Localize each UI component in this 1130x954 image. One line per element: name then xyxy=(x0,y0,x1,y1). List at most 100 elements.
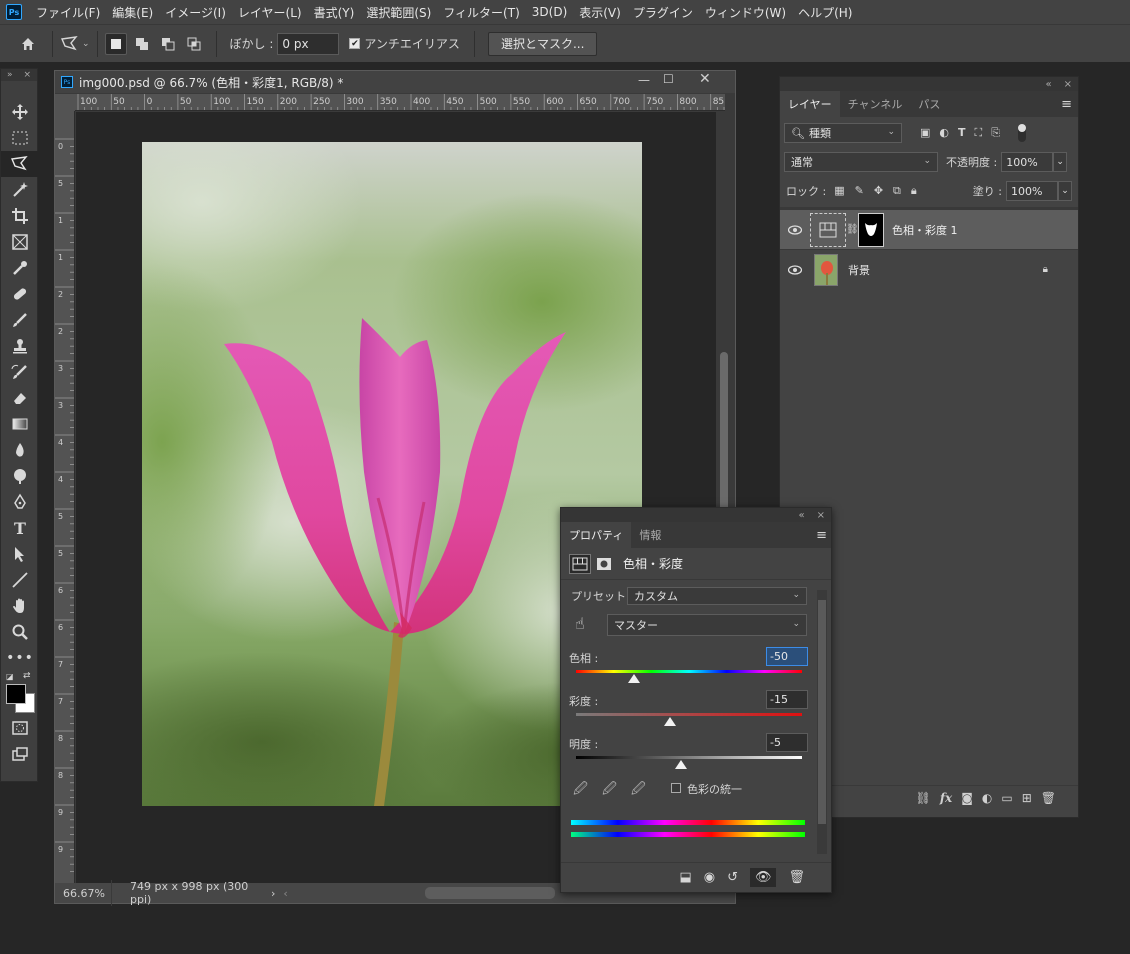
line-tool-icon[interactable] xyxy=(1,567,39,593)
eyedropper-minus-icon[interactable]: 🖉︎ xyxy=(631,778,646,802)
layer-filter-select[interactable]: 🔍︎ 種類 ⌄ xyxy=(784,123,902,143)
screen-mode-icon[interactable] xyxy=(1,741,39,767)
layer-name[interactable]: 色相・彩度 1 xyxy=(892,222,958,238)
menu-edit[interactable]: 編集(E) xyxy=(106,4,159,21)
close-panel-icon[interactable]: × xyxy=(817,510,825,521)
menu-help[interactable]: ヘルプ(H) xyxy=(792,4,858,21)
dodge-tool-icon[interactable] xyxy=(1,463,39,489)
filter-type-icon[interactable]: T xyxy=(958,126,966,140)
hue-slider-track[interactable] xyxy=(576,670,802,673)
layer-row-background[interactable]: 背景 🔒︎ xyxy=(780,249,1078,289)
path-selection-tool-icon[interactable] xyxy=(1,541,39,567)
scroll-left-icon[interactable]: ‹ xyxy=(283,887,287,900)
antialias-checkbox[interactable]: ✔ xyxy=(349,38,361,49)
lock-position-icon[interactable]: ✥ xyxy=(874,184,883,198)
filter-shape-icon[interactable]: ⛶ xyxy=(975,126,983,140)
menu-view[interactable]: 表示(V) xyxy=(573,4,627,21)
zoom-level[interactable]: 66.67% xyxy=(55,887,111,900)
menu-filter[interactable]: フィルター(T) xyxy=(437,4,525,21)
properties-scrollbar[interactable] xyxy=(817,590,827,854)
menu-3d[interactable]: 3D(D) xyxy=(526,5,573,19)
magic-wand-tool-icon[interactable] xyxy=(1,177,39,203)
opacity-dropdown[interactable]: ⌄ xyxy=(1053,152,1068,172)
menu-type[interactable]: 書式(Y) xyxy=(308,4,361,21)
quick-mask-icon[interactable] xyxy=(1,715,39,741)
lock-artboard-icon[interactable]: ⧉ xyxy=(893,184,901,198)
lightness-input[interactable]: -5 xyxy=(766,733,808,752)
tab-layers[interactable]: レイヤー xyxy=(780,91,840,117)
menu-window[interactable]: ウィンドウ(W) xyxy=(699,4,792,21)
tab-properties[interactable]: プロパティ xyxy=(561,522,632,548)
new-group-icon[interactable]: ▭ xyxy=(1001,791,1012,805)
toggle-visibility-icon[interactable]: 👁︎ xyxy=(749,868,777,887)
type-tool-icon[interactable]: T xyxy=(1,515,39,541)
background-layer-thumbnail[interactable] xyxy=(814,253,838,286)
filter-pixel-icon[interactable]: ▣ xyxy=(920,126,930,140)
eraser-tool-icon[interactable] xyxy=(1,385,39,411)
hue-slider-thumb[interactable] xyxy=(628,674,640,683)
filter-adjustment-icon[interactable]: ◐ xyxy=(939,126,949,140)
home-icon[interactable] xyxy=(18,34,38,54)
saturation-input[interactable]: -15 xyxy=(766,690,808,709)
eyedropper-plus-icon[interactable]: 🖉︎ xyxy=(602,778,617,802)
select-and-mask-button[interactable]: 選択とマスク... xyxy=(487,31,598,56)
properties-scroll-thumb[interactable] xyxy=(818,600,826,824)
foreground-color-swatch[interactable] xyxy=(6,684,26,704)
add-mask-icon[interactable]: ◙ xyxy=(961,791,973,805)
colorize-checkbox[interactable] xyxy=(671,783,681,793)
document-info[interactable]: 749 px x 998 px (300 ppi) xyxy=(111,880,261,906)
link-layers-icon[interactable]: ⛓ xyxy=(916,791,931,805)
mask-tab-icon[interactable] xyxy=(593,554,615,574)
saturation-slider-thumb[interactable] xyxy=(664,717,676,726)
collapse-icon[interactable]: » xyxy=(7,70,13,80)
lock-all-icon[interactable]: 🔒︎ xyxy=(911,184,917,198)
photoshop-logo-icon[interactable]: Ps xyxy=(6,4,22,20)
ruler-corner[interactable] xyxy=(55,94,75,111)
clip-to-layer-icon[interactable]: ⬓ xyxy=(679,870,691,885)
fx-icon[interactable]: fx xyxy=(940,791,952,805)
fill-dropdown[interactable]: ⌄ xyxy=(1058,181,1072,201)
vertical-scroll-thumb[interactable] xyxy=(720,352,728,512)
menu-plugins[interactable]: プラグイン xyxy=(627,4,699,21)
eyedropper-tool-icon[interactable] xyxy=(1,255,39,281)
adjustment-layer-thumbnail[interactable] xyxy=(810,212,846,247)
new-adjustment-layer-icon[interactable]: ◐ xyxy=(982,791,992,805)
more-tools-icon[interactable]: ••• xyxy=(1,645,39,671)
eye-icon[interactable] xyxy=(780,224,810,235)
swap-colors-icon[interactable]: ⇄ xyxy=(23,671,31,681)
polygon-lasso-tool-icon[interactable] xyxy=(1,151,39,177)
healing-brush-tool-icon[interactable] xyxy=(1,281,39,307)
filter-toggle[interactable] xyxy=(1018,124,1027,142)
crop-tool-icon[interactable] xyxy=(1,203,39,229)
tab-channels[interactable]: チャンネル xyxy=(840,91,911,117)
collapse-panel-icon[interactable]: « xyxy=(798,510,804,521)
layer-row-hue-saturation[interactable]: ⛓ 色相・彩度 1 xyxy=(780,209,1078,249)
opacity-input[interactable]: 100% xyxy=(1001,152,1054,172)
panel-menu-icon[interactable]: ≡ xyxy=(816,522,831,548)
fill-input[interactable]: 100% xyxy=(1006,181,1058,201)
blur-tool-icon[interactable] xyxy=(1,437,39,463)
frame-tool-icon[interactable] xyxy=(1,229,39,255)
horizontal-scroll-thumb[interactable] xyxy=(425,887,555,899)
lightness-slider-track[interactable] xyxy=(576,756,802,759)
targeted-adjustment-hand-icon[interactable]: ☝ xyxy=(575,614,585,633)
default-colors-icon[interactable]: ◪ xyxy=(6,672,14,681)
reset-adjustments-icon[interactable]: ↺ xyxy=(727,870,738,885)
lock-transparency-icon[interactable]: ▦ xyxy=(834,184,844,198)
intersect-selection-button[interactable] xyxy=(183,33,205,55)
lock-image-icon[interactable]: ✎ xyxy=(855,184,864,198)
filter-smart-object-icon[interactable]: ⎘ xyxy=(991,126,1000,140)
minimize-icon[interactable]: — xyxy=(638,73,650,87)
close-icon[interactable]: × xyxy=(23,70,31,80)
menu-file[interactable]: ファイル(F) xyxy=(30,4,106,21)
eye-icon[interactable] xyxy=(780,264,810,275)
document-tab[interactable]: Ps img000.psd @ 66.7% (色相・彩度1, RGB/8) * … xyxy=(55,71,735,93)
pen-tool-icon[interactable] xyxy=(1,489,39,515)
hand-tool-icon[interactable] xyxy=(1,593,39,619)
menu-layer[interactable]: レイヤー(L) xyxy=(232,4,308,21)
menu-image[interactable]: イメージ(I) xyxy=(159,4,232,21)
menu-select[interactable]: 選択範囲(S) xyxy=(360,4,437,21)
maximize-icon[interactable]: ☐ xyxy=(663,72,674,86)
history-brush-tool-icon[interactable] xyxy=(1,359,39,385)
gradient-tool-icon[interactable] xyxy=(1,411,39,437)
